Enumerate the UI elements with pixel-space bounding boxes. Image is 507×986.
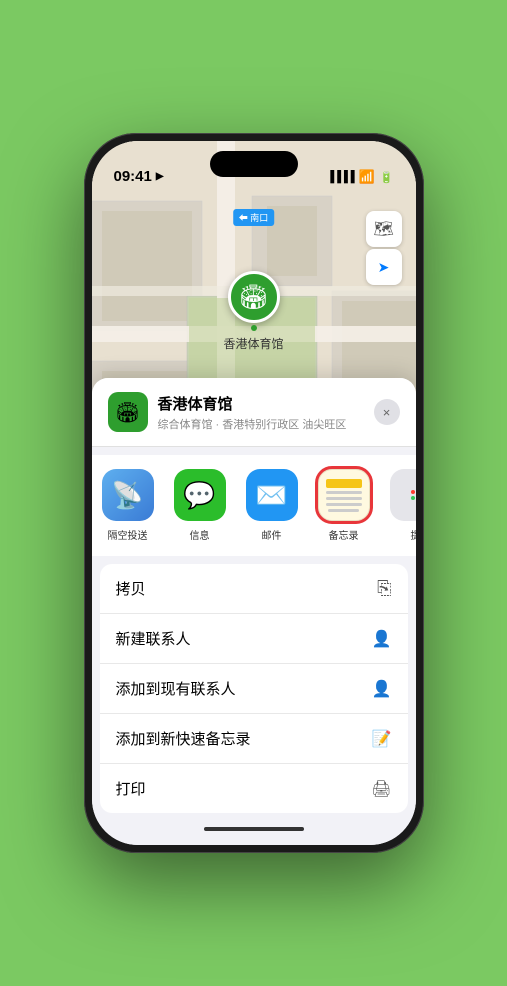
- location-info: 香港体育馆 综合体育馆 · 香港特别行政区 油尖旺区: [158, 393, 364, 432]
- phone-frame: 09:41 ▶ ▐▐▐▐ 📶 🔋: [84, 133, 424, 853]
- messages-symbol: 💬: [183, 480, 215, 511]
- battery-icon: 🔋: [380, 171, 394, 184]
- venue-name: 香港体育馆: [158, 393, 364, 414]
- phone-screen: 09:41 ▶ ▐▐▐▐ 📶 🔋: [92, 141, 416, 845]
- airdrop-label: 隔空投送: [108, 527, 148, 542]
- dot-green: [411, 496, 415, 500]
- more-dots-row1: [411, 490, 416, 494]
- layers-button[interactable]: 🗺: [366, 211, 402, 247]
- airdrop-symbol: 📡: [111, 480, 143, 511]
- new-contact-label: 新建联系人: [116, 628, 191, 649]
- mail-symbol: ✉️: [255, 480, 287, 511]
- print-label: 打印: [116, 778, 146, 799]
- action-add-to-contact[interactable]: 添加到现有联系人 👤: [100, 664, 408, 714]
- notes-line-1: [326, 491, 362, 494]
- more-icon-wrap: [390, 469, 416, 521]
- new-contact-icon: 👤: [372, 629, 392, 649]
- home-bar: [204, 827, 304, 831]
- location-venue-icon: 🏟: [108, 392, 148, 432]
- time-display: 09:41: [114, 168, 152, 185]
- messages-icon: 💬: [174, 469, 226, 521]
- notes-line-3: [326, 503, 362, 506]
- notes-label: 备忘录: [329, 527, 359, 542]
- signal-icon: ▐▐▐▐: [326, 171, 353, 183]
- notes-header-line: [326, 479, 362, 488]
- layers-icon: 🗺: [373, 219, 393, 239]
- compass-icon: ➤: [378, 259, 390, 276]
- pin-icon: 🏟: [227, 271, 279, 323]
- share-messages[interactable]: 💬 信息: [164, 469, 236, 542]
- pin-label: 香港体育馆: [223, 335, 283, 352]
- more-label: 提: [411, 527, 416, 542]
- mail-label: 邮件: [262, 527, 282, 542]
- action-new-contact[interactable]: 新建联系人 👤: [100, 614, 408, 664]
- more-dots-row2: [411, 496, 416, 500]
- notes-icon-wrap: [318, 469, 370, 521]
- share-mail[interactable]: ✉️ 邮件: [236, 469, 308, 542]
- label-text: 南口: [250, 213, 268, 223]
- venue-subtitle: 综合体育馆 · 香港特别行政区 油尖旺区: [158, 416, 364, 432]
- dot-red: [411, 490, 415, 494]
- pin-dot: [250, 325, 256, 331]
- share-row: 📡 隔空投送 💬 信息 ✉️ 邮件: [92, 455, 416, 556]
- notes-line-4: [328, 509, 359, 512]
- location-button[interactable]: ➤: [366, 249, 402, 285]
- dynamic-island: [210, 151, 298, 177]
- venue-emoji: 🏟: [115, 400, 140, 425]
- wifi-icon: 📶: [359, 169, 375, 185]
- action-copy[interactable]: 拷贝 ⎘: [100, 564, 408, 614]
- copy-label: 拷贝: [116, 578, 146, 599]
- notes-line-2: [326, 497, 362, 500]
- mail-icon: ✉️: [246, 469, 298, 521]
- label-arrow: ⬅: [239, 213, 248, 223]
- action-print[interactable]: 打印 🖨: [100, 764, 408, 813]
- add-contact-label: 添加到现有联系人: [116, 678, 236, 699]
- share-airdrop[interactable]: 📡 隔空投送: [92, 469, 164, 542]
- share-more[interactable]: 提: [380, 469, 416, 542]
- close-button[interactable]: ×: [374, 399, 400, 425]
- airdrop-icon: 📡: [102, 469, 154, 521]
- bottom-sheet: 🏟 香港体育馆 综合体育馆 · 香港特别行政区 油尖旺区 × 📡 隔空投送: [92, 378, 416, 845]
- status-icons: ▐▐▐▐ 📶 🔋: [326, 169, 393, 185]
- copy-icon: ⎘: [377, 578, 391, 599]
- stadium-icon: 🏟: [238, 283, 268, 312]
- action-add-note[interactable]: 添加到新快速备忘录 📝: [100, 714, 408, 764]
- share-notes[interactable]: 备忘录: [308, 469, 380, 542]
- home-indicator-area: [92, 813, 416, 845]
- close-icon: ×: [383, 405, 391, 420]
- status-time: 09:41 ▶: [114, 168, 164, 185]
- location-header: 🏟 香港体育馆 综合体育馆 · 香港特别行政区 油尖旺区 ×: [92, 378, 416, 447]
- messages-label: 信息: [190, 527, 210, 542]
- add-contact-icon: 👤: [372, 679, 392, 699]
- location-indicator: ▶: [156, 171, 164, 182]
- add-note-label: 添加到新快速备忘录: [116, 728, 251, 749]
- add-note-icon: 📝: [372, 729, 392, 749]
- map-south-gate-label: ⬅ 南口: [233, 209, 275, 226]
- print-icon: 🖨: [371, 779, 391, 799]
- map-controls[interactable]: 🗺 ➤: [366, 211, 402, 285]
- action-list: 拷贝 ⎘ 新建联系人 👤 添加到现有联系人 👤 添加到新快速备忘录 📝 打印: [100, 564, 408, 813]
- map-pin: 🏟 香港体育馆: [223, 271, 283, 352]
